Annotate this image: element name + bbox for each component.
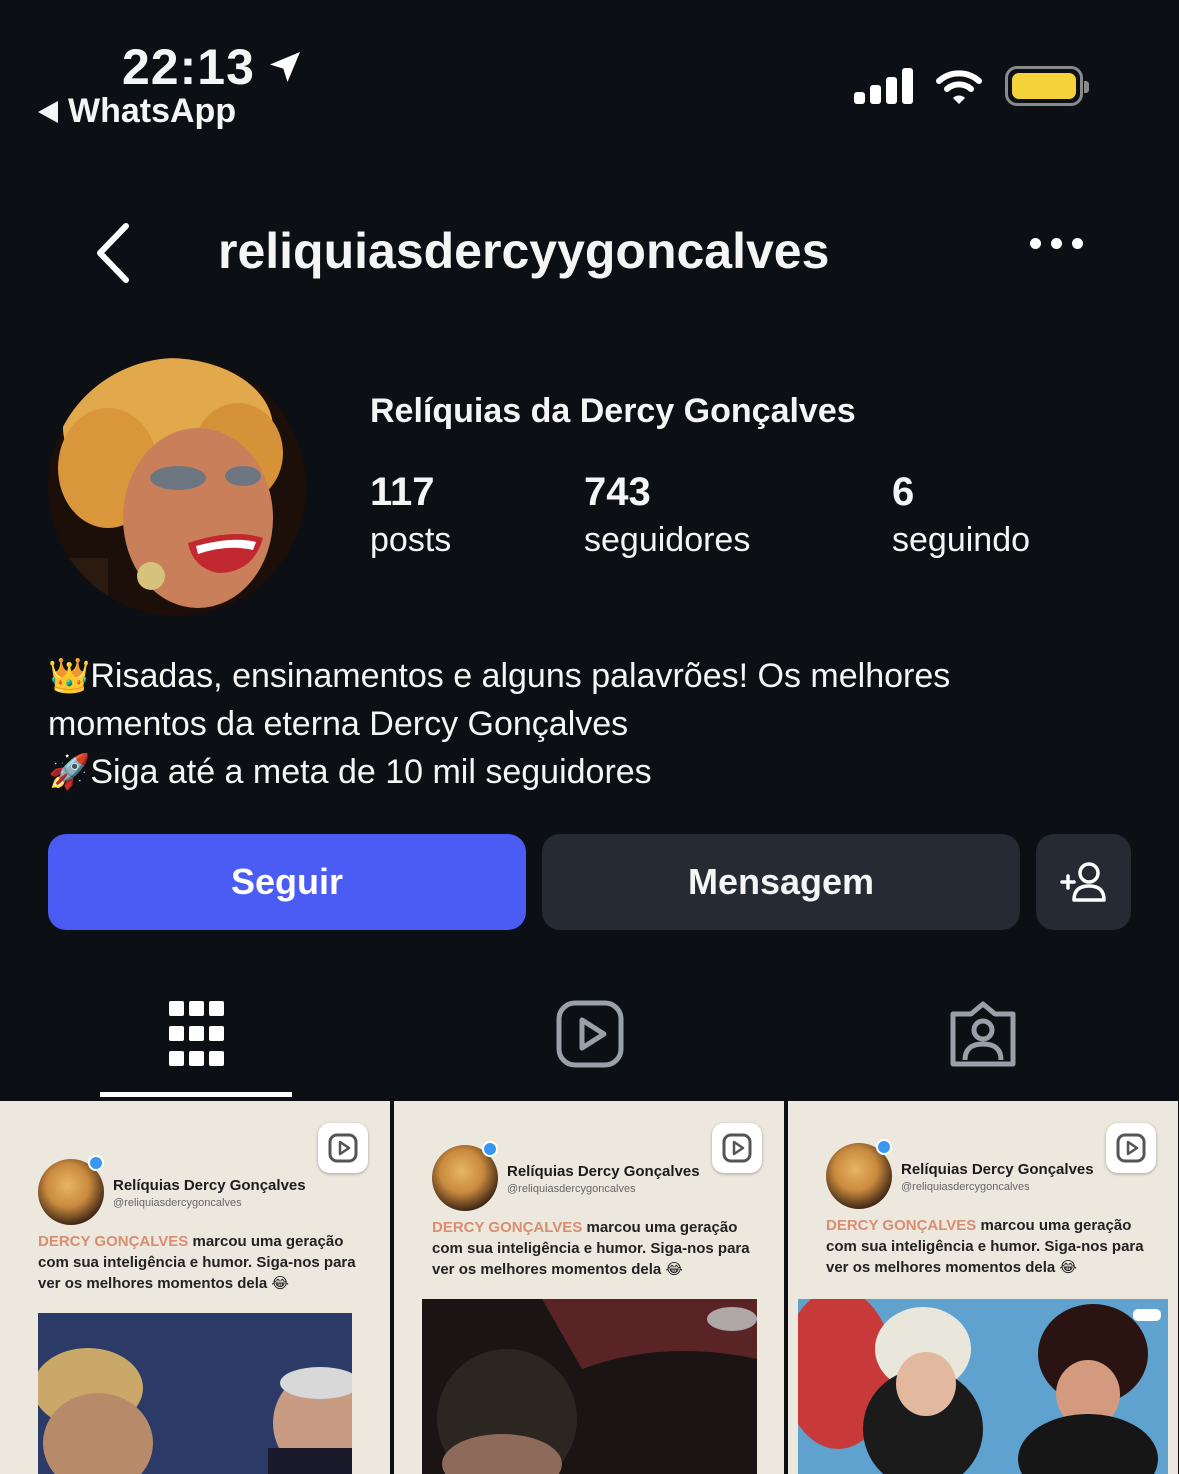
post-account-name: Relíquias Dercy Gonçalves (507, 1163, 700, 1180)
location-arrow-icon (269, 52, 300, 82)
stat-posts-label: posts (370, 521, 452, 559)
back-app-label: WhatsApp (68, 92, 237, 130)
bio-line: 👑 Risadas, ensinamentos e alguns palavrõe… (48, 652, 1138, 700)
rocket-icon: 🚀 (48, 753, 91, 791)
avatar-portrait (48, 358, 306, 616)
tab-posts-grid[interactable] (157, 994, 237, 1074)
verified-badge-icon (482, 1141, 498, 1157)
post-video-thumbnail (422, 1299, 757, 1474)
message-button-label: Mensagem (687, 861, 875, 902)
profile-display-name: Relíquias da Dercy Gonçalves (370, 392, 856, 430)
grid-post[interactable]: Relíquias Dercy Gonçalves @reliquiasderc… (394, 1101, 784, 1474)
reel-badge (712, 1123, 762, 1173)
follow-button[interactable]: Seguir (48, 834, 526, 930)
back-to-app-link[interactable]: WhatsApp (38, 92, 236, 131)
post-caption-highlight: DERCY GONÇALVES (826, 1217, 977, 1234)
more-dot-icon (1072, 238, 1083, 249)
reels-icon (556, 1000, 624, 1068)
active-tab-indicator (100, 1092, 292, 1097)
tab-tagged[interactable] (943, 994, 1023, 1074)
status-indicators (854, 66, 1089, 106)
reel-badge (318, 1123, 368, 1173)
message-button[interactable]: Mensagem (542, 834, 1020, 930)
stat-posts[interactable]: 117 posts (370, 470, 451, 560)
more-options-button[interactable] (1030, 238, 1083, 249)
status-time-text: 22:13 (122, 39, 255, 95)
post-caption-highlight: DERCY GONÇALVES (432, 1219, 583, 1236)
post-caption: DERCY GONÇALVES marcou uma geração com s… (38, 1231, 368, 1294)
stat-followers[interactable]: 743 seguidores (584, 470, 750, 560)
suggest-users-button[interactable] (1036, 834, 1131, 930)
tab-reels[interactable] (550, 994, 630, 1074)
bio-line: momentos da eterna Dercy Gonçalves (48, 700, 1138, 748)
bio-line: 🚀 Siga até a meta de 10 mil seguidores (48, 748, 1138, 796)
post-caption: DERCY GONÇALVES marcou uma geração com s… (432, 1217, 762, 1280)
grid-post[interactable]: Relíquias Dercy Gonçalves @reliquiasderc… (788, 1101, 1178, 1474)
grid-post[interactable]: Relíquias Dercy Gonçalves @reliquiasderc… (0, 1101, 390, 1474)
profile-username: reliquiasdercyygoncalves (218, 223, 830, 279)
post-account-name: Relíquias Dercy Gonçalves (113, 1177, 306, 1194)
post-video-thumbnail (798, 1299, 1168, 1474)
verified-badge-icon (88, 1155, 104, 1171)
play-icon (1116, 1133, 1146, 1163)
cellular-signal-icon (854, 68, 913, 104)
bio-text: Risadas, ensinamentos e alguns palavrões… (90, 657, 951, 695)
stat-following-label: seguindo (892, 521, 1031, 559)
tagged-icon (950, 1001, 1016, 1067)
post-account-handle: @reliquiasdercygoncalves (901, 1181, 1030, 1193)
more-dot-icon (1030, 238, 1041, 249)
stat-followers-value: 743 (584, 470, 651, 514)
wifi-icon (936, 70, 982, 104)
post-video-thumbnail (38, 1313, 352, 1474)
bio-text: momentos da eterna Dercy Gonçalves (48, 705, 629, 743)
stat-following[interactable]: 6 seguindo (892, 470, 1030, 560)
battery-icon (1005, 66, 1089, 106)
post-account-name: Relíquias Dercy Gonçalves (901, 1161, 1094, 1178)
stat-following-value: 6 (892, 470, 915, 514)
back-triangle-icon (38, 100, 58, 123)
status-time: 22:13 (122, 38, 305, 96)
grid-icon (169, 1001, 224, 1066)
chevron-left-icon (97, 223, 129, 283)
stat-posts-value: 117 (370, 470, 435, 514)
play-icon (328, 1133, 358, 1163)
post-account-handle: @reliquiasdercygoncalves (113, 1197, 242, 1209)
post-caption: DERCY GONÇALVES marcou uma geração com s… (826, 1215, 1156, 1278)
play-icon (722, 1133, 752, 1163)
bio-text: Siga até a meta de 10 mil seguidores (90, 753, 652, 791)
post-account-handle: @reliquiasdercygoncalves (507, 1183, 636, 1195)
more-dot-icon (1051, 238, 1062, 249)
crown-icon: 👑 (48, 657, 91, 695)
post-caption-highlight: DERCY GONÇALVES (38, 1233, 189, 1250)
reel-badge (1106, 1123, 1156, 1173)
back-button[interactable] (88, 218, 148, 288)
verified-badge-icon (876, 1139, 892, 1155)
profile-bio: 👑 Risadas, ensinamentos e alguns palavrõe… (48, 652, 1138, 796)
add-user-icon (1059, 862, 1106, 902)
follow-button-label: Seguir (230, 861, 344, 902)
profile-avatar[interactable] (48, 358, 306, 616)
stat-followers-label: seguidores (584, 521, 751, 559)
